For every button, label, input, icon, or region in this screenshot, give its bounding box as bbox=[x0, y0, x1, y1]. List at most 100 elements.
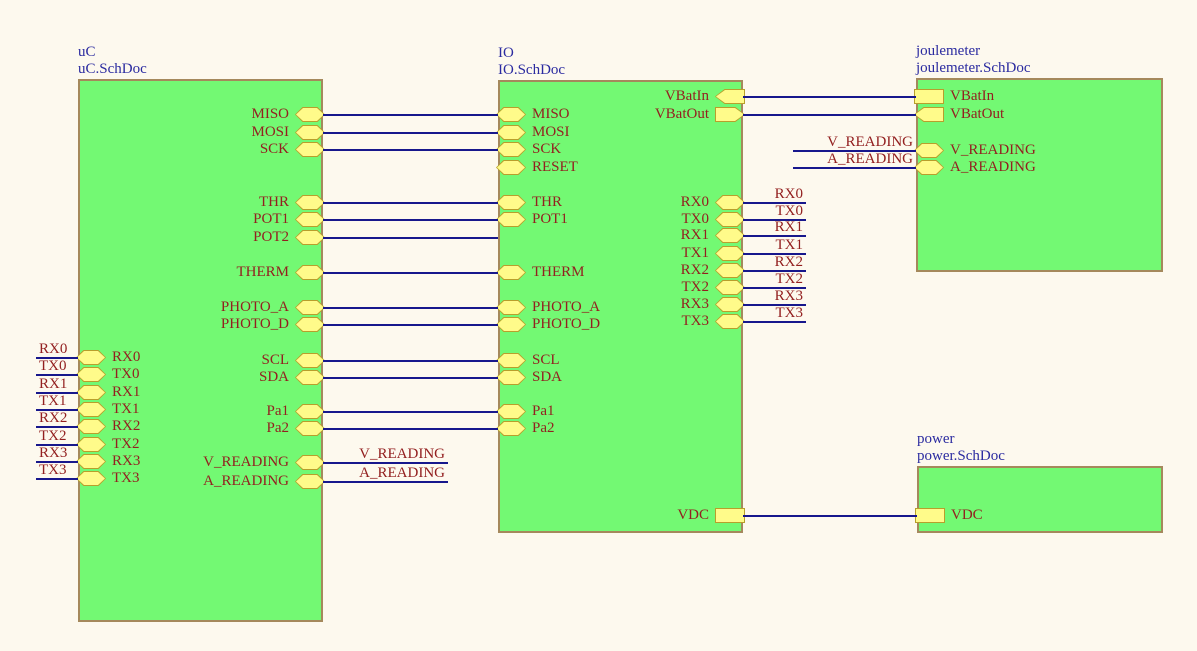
port-label: SCL bbox=[532, 352, 560, 368]
port-label: V_READING bbox=[950, 142, 1036, 158]
net-wire-TX3[interactable] bbox=[743, 321, 806, 323]
net-wire-A_READING[interactable] bbox=[323, 481, 448, 483]
wire-POT1[interactable] bbox=[323, 219, 498, 221]
net-label-RX3[interactable]: RX3 bbox=[36, 445, 78, 461]
sheet-filename-uC[interactable]: uC.SchDoc bbox=[78, 61, 147, 77]
port-PHOTO_A[interactable] bbox=[0, 570, 36, 589]
port-V_READING[interactable] bbox=[0, 247, 36, 266]
port-MISO[interactable] bbox=[0, 0, 36, 19]
net-wire-TX3[interactable] bbox=[36, 478, 78, 480]
port-SDA[interactable] bbox=[0, 627, 36, 646]
wire-VDC[interactable] bbox=[743, 515, 917, 517]
wire-THR[interactable] bbox=[323, 202, 498, 204]
net-label-TX3[interactable]: TX3 bbox=[36, 462, 78, 478]
port-POT2[interactable] bbox=[0, 95, 36, 114]
net-label-RX0[interactable]: RX0 bbox=[743, 186, 806, 202]
port-SCL[interactable] bbox=[0, 608, 36, 627]
port-Pa1[interactable] bbox=[0, 209, 36, 228]
port-RX1[interactable] bbox=[0, 323, 36, 342]
net-label-TX1[interactable]: TX1 bbox=[36, 393, 78, 409]
port-A_READING[interactable] bbox=[0, 266, 36, 285]
net-label-RX0[interactable]: RX0 bbox=[36, 341, 78, 357]
port-THERM[interactable] bbox=[0, 551, 36, 570]
port-label: RESET bbox=[532, 159, 578, 175]
port-label: RX2 bbox=[509, 262, 709, 278]
port-RX3[interactable] bbox=[0, 399, 36, 418]
port-TX1[interactable] bbox=[0, 342, 36, 361]
port-THERM[interactable] bbox=[0, 114, 36, 133]
port-label: A_READING bbox=[950, 159, 1036, 175]
wire-MOSI[interactable] bbox=[323, 132, 498, 134]
wire-Pa2[interactable] bbox=[323, 428, 498, 430]
port-shape-rect bbox=[715, 508, 745, 523]
net-wire-V_READING[interactable] bbox=[323, 462, 448, 464]
sheet-designator-uC[interactable]: uC bbox=[78, 44, 96, 60]
port-RX0[interactable] bbox=[0, 285, 36, 304]
port-PHOTO_A[interactable] bbox=[0, 133, 36, 152]
net-label-RX1[interactable]: RX1 bbox=[36, 376, 78, 392]
port-Pa1[interactable] bbox=[0, 646, 36, 651]
wire-SDA[interactable] bbox=[323, 377, 498, 379]
wire-Pa1[interactable] bbox=[323, 411, 498, 413]
sheet-filename-IO[interactable]: IO.SchDoc bbox=[498, 62, 565, 78]
net-label-RX2[interactable]: RX2 bbox=[743, 254, 806, 270]
port-label: SCK bbox=[89, 141, 289, 157]
sheet-designator-IO[interactable]: IO bbox=[498, 45, 514, 61]
port-PHOTO_D[interactable] bbox=[0, 152, 36, 171]
net-label-A_READING[interactable]: A_READING bbox=[323, 465, 448, 481]
net-label-TX1[interactable]: TX1 bbox=[743, 237, 806, 253]
port-SCL[interactable] bbox=[0, 171, 36, 190]
net-label-V_READING[interactable]: V_READING bbox=[323, 446, 448, 462]
port-TX0[interactable] bbox=[0, 304, 36, 323]
wire-THERM[interactable] bbox=[323, 272, 498, 274]
port-PHOTO_D[interactable] bbox=[0, 589, 36, 608]
wire-MISO[interactable] bbox=[323, 114, 498, 116]
port-label: MISO bbox=[89, 106, 289, 122]
port-MOSI[interactable] bbox=[0, 19, 36, 38]
net-label-TX0[interactable]: TX0 bbox=[743, 203, 806, 219]
port-label: Pa1 bbox=[532, 403, 555, 419]
wire-PHOTO_A[interactable] bbox=[323, 307, 498, 309]
wire-VBatIn[interactable] bbox=[743, 96, 916, 98]
port-THR[interactable] bbox=[0, 513, 36, 532]
port-THR[interactable] bbox=[0, 57, 36, 76]
port-label: THERM bbox=[89, 264, 289, 280]
net-label-TX0[interactable]: TX0 bbox=[36, 358, 78, 374]
net-label-TX2[interactable]: TX2 bbox=[36, 428, 78, 444]
wire-POT2[interactable] bbox=[323, 237, 498, 239]
port-SCK[interactable] bbox=[0, 475, 36, 494]
port-POT1[interactable] bbox=[0, 532, 36, 551]
port-label: TX3 bbox=[509, 313, 709, 329]
port-label: POT2 bbox=[89, 229, 289, 245]
port-label: TX0 bbox=[112, 366, 140, 382]
port-RESET[interactable] bbox=[0, 494, 36, 513]
net-label-RX1[interactable]: RX1 bbox=[743, 219, 806, 235]
net-wire-A_READING[interactable] bbox=[793, 167, 916, 169]
net-label-V_READING[interactable]: V_READING bbox=[793, 134, 916, 150]
net-label-RX2[interactable]: RX2 bbox=[36, 410, 78, 426]
port-TX2[interactable] bbox=[0, 380, 36, 399]
sheet-designator-power[interactable]: power bbox=[917, 431, 955, 447]
sheet-designator-joulemeter[interactable]: joulemeter bbox=[916, 43, 980, 59]
wire-VBatOut[interactable] bbox=[743, 114, 916, 116]
port-TX3[interactable] bbox=[0, 418, 36, 437]
port-label: VBatOut bbox=[950, 106, 1004, 122]
net-label-TX2[interactable]: TX2 bbox=[743, 271, 806, 287]
port-POT1[interactable] bbox=[0, 76, 36, 95]
port-SCK[interactable] bbox=[0, 38, 36, 57]
net-label-RX3[interactable]: RX3 bbox=[743, 288, 806, 304]
wire-SCL[interactable] bbox=[323, 360, 498, 362]
sheet-filename-power[interactable]: power.SchDoc bbox=[917, 448, 1005, 464]
port-shape-rect bbox=[915, 508, 945, 523]
net-label-A_READING[interactable]: A_READING bbox=[793, 151, 916, 167]
port-label: RX0 bbox=[509, 194, 709, 210]
port-Pa2[interactable] bbox=[0, 228, 36, 247]
net-label-TX3[interactable]: TX3 bbox=[743, 305, 806, 321]
wire-SCK[interactable] bbox=[323, 149, 498, 151]
wire-PHOTO_D[interactable] bbox=[323, 324, 498, 326]
port-RX2[interactable] bbox=[0, 361, 36, 380]
port-MISO[interactable] bbox=[0, 437, 36, 456]
port-SDA[interactable] bbox=[0, 190, 36, 209]
sheet-filename-joulemeter[interactable]: joulemeter.SchDoc bbox=[916, 60, 1031, 76]
port-MOSI[interactable] bbox=[0, 456, 36, 475]
